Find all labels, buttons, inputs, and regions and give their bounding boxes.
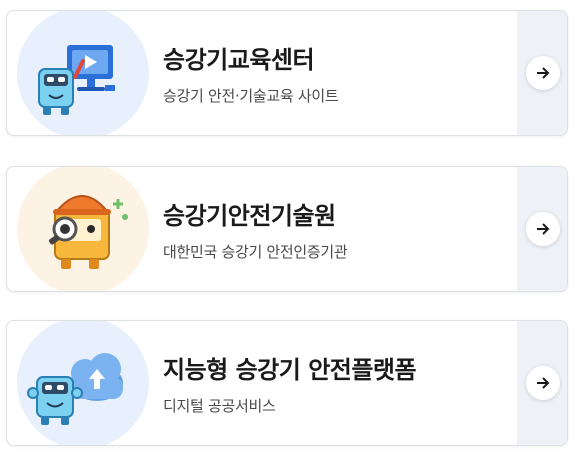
- inspector-mascot-icon: [17, 167, 149, 291]
- card-side-panel: [517, 321, 567, 445]
- card-subtitle: 대한민국 승강기 안전인증기관: [163, 243, 348, 261]
- card-subtitle: 디지털 공공서비스: [163, 397, 276, 415]
- card-title: 승강기안전기술원: [163, 202, 336, 230]
- computer-mascot-icon: [17, 11, 149, 135]
- card-subtitle: 승강기 안전·기술교육 사이트: [163, 87, 339, 105]
- arrow-right-icon: [537, 67, 550, 79]
- card-side-panel: [517, 167, 567, 291]
- card-title: 승강기교육센터: [163, 46, 315, 74]
- arrow-right-button[interactable]: [526, 56, 560, 90]
- card-intelligent-safety-platform[interactable]: 지능형 승강기 안전플랫폼 디지털 공공서비스: [6, 320, 568, 446]
- arrow-right-button[interactable]: [526, 212, 560, 246]
- card-side-panel: [517, 11, 567, 135]
- arrow-right-icon: [537, 223, 550, 235]
- card-safety-technology-institute[interactable]: 승강기안전기술원 대한민국 승강기 안전인증기관: [6, 166, 568, 292]
- arrow-right-button[interactable]: [526, 366, 560, 400]
- card-education-center[interactable]: 승강기교육센터 승강기 안전·기술교육 사이트: [6, 10, 568, 136]
- arrow-right-icon: [537, 377, 550, 389]
- card-title: 지능형 승강기 안전플랫폼: [163, 356, 417, 384]
- cloud-mascot-icon: [17, 321, 149, 445]
